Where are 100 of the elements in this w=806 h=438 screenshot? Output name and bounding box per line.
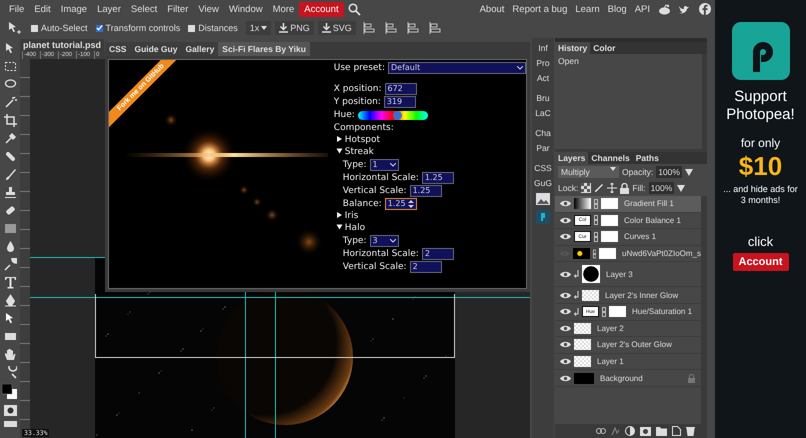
folder-icon[interactable] — [656, 426, 667, 436]
history-item[interactable]: Open — [558, 56, 699, 66]
checkbox-box[interactable] — [96, 24, 103, 32]
x-input[interactable]: 672 — [384, 83, 416, 95]
layer-row[interactable]: Gradient Fill 1 — [555, 196, 701, 213]
lock-icon[interactable] — [620, 182, 630, 194]
hue-slider[interactable] — [358, 110, 428, 120]
layer-row[interactable]: Layer 2's Outer Glow — [555, 337, 701, 354]
reddit-icon[interactable] — [658, 4, 671, 14]
tree-item[interactable]: Halo — [334, 223, 526, 234]
chain-icon[interactable] — [594, 232, 598, 242]
chain-icon[interactable] — [594, 198, 598, 209]
panel-tab[interactable]: Layers — [555, 152, 588, 164]
pen-tool-icon[interactable] — [4, 294, 16, 307]
eyedropper-icon[interactable] — [4, 132, 16, 145]
chain-icon[interactable] — [602, 306, 606, 317]
eye-icon[interactable] — [560, 216, 571, 224]
menu-item[interactable]: Layer — [92, 2, 126, 16]
dropdown-icon[interactable] — [677, 184, 686, 192]
type-select[interactable]: 1 — [370, 159, 398, 171]
number-input[interactable]: 2 — [410, 261, 442, 273]
bird-icon[interactable] — [679, 4, 691, 14]
panel-tab[interactable]: Channels — [588, 152, 633, 164]
brush-icon[interactable] — [4, 168, 16, 181]
top-link[interactable]: API — [630, 4, 654, 14]
menu-item[interactable]: Edit — [29, 2, 56, 16]
side-tab[interactable]: Pro — [536, 58, 550, 68]
rectangle-tool-icon[interactable] — [4, 330, 16, 343]
layer-row[interactable]: uNwd6VaPt0ZIoOm_s — [555, 246, 701, 262]
checkbox-box[interactable] — [188, 24, 196, 32]
fill-field[interactable]: 100% — [648, 182, 674, 194]
opacity-field[interactable]: 100% — [656, 166, 682, 178]
plugin-tab[interactable]: Gallery — [181, 42, 218, 56]
side-tab[interactable]: CSS — [534, 163, 552, 173]
plugin-tab[interactable]: Guide Guy — [130, 42, 182, 56]
quick-mask-icon[interactable] — [4, 405, 16, 416]
checkbox[interactable]: Distances — [188, 23, 238, 33]
zoom-select[interactable]: 1x — [246, 21, 272, 35]
eye-icon[interactable] — [560, 341, 571, 348]
panel-tab[interactable]: Color — [590, 42, 618, 54]
preset-select[interactable]: Default — [388, 62, 526, 74]
checkbox-box[interactable] — [31, 24, 38, 32]
align-icon[interactable] — [406, 22, 419, 34]
search-icon[interactable] — [348, 2, 361, 16]
number-input[interactable]: 2 — [422, 248, 454, 260]
eye-icon[interactable] — [560, 308, 571, 316]
side-tab[interactable]: Act — [536, 73, 550, 83]
menu-item[interactable]: Image — [56, 2, 92, 16]
layer-row[interactable]: Layer 3 — [555, 262, 701, 288]
top-link[interactable]: Blog — [604, 4, 631, 14]
image-icon[interactable] — [536, 193, 550, 205]
menu-item[interactable]: File — [4, 2, 30, 16]
side-tab[interactable]: Par — [536, 143, 550, 153]
plugin-tab[interactable]: Sci-Fi Flares By Yiku — [218, 42, 310, 56]
document-tab[interactable]: planet tutorial.psd — [20, 38, 104, 50]
checkerboard-icon[interactable] — [581, 183, 592, 193]
number-input[interactable]: 1.25 — [422, 172, 454, 184]
side-tab[interactable]: GuG — [534, 178, 552, 188]
top-link[interactable]: Learn — [571, 4, 604, 14]
slider-thumb[interactable] — [393, 110, 402, 120]
panel-tab[interactable]: Paths — [632, 152, 662, 164]
chain-icon[interactable] — [594, 215, 598, 226]
blend-mode-select[interactable]: Multiply — [558, 166, 619, 178]
chain-icon[interactable] — [592, 248, 596, 259]
link-icon[interactable] — [596, 428, 606, 434]
tree-item[interactable]: Hotspot — [334, 135, 526, 146]
eye-icon[interactable] — [560, 233, 571, 240]
color-swatches-icon[interactable] — [2, 384, 18, 400]
layer-row[interactable]: Background — [555, 370, 701, 387]
eye-icon[interactable] — [560, 324, 571, 332]
hand-icon[interactable] — [4, 348, 16, 361]
trash-icon[interactable] — [686, 426, 695, 436]
marquee-tool-icon[interactable] — [4, 60, 16, 73]
side-tab[interactable]: LaC — [535, 108, 551, 118]
side-tab[interactable]: Cha — [535, 128, 551, 138]
effects-icon[interactable] — [611, 426, 620, 436]
transform-box[interactable] — [95, 294, 455, 358]
menu-item[interactable]: More — [268, 2, 300, 16]
layer-row[interactable]: Layer 1 — [555, 354, 701, 370]
menu-item[interactable]: View — [193, 2, 224, 16]
adjustment-icon[interactable] — [625, 426, 635, 436]
align-icon[interactable] — [362, 22, 375, 34]
menu-item[interactable]: Filter — [162, 2, 194, 16]
dropdown-icon[interactable] — [684, 168, 693, 176]
panel-tab[interactable]: History — [555, 42, 590, 54]
tree-item[interactable]: Streak — [334, 147, 526, 158]
brush-icon[interactable] — [594, 183, 604, 193]
eye-icon[interactable] — [560, 292, 571, 299]
new-layer-icon[interactable] — [672, 426, 681, 436]
layer-row[interactable]: Layer 2 — [555, 320, 701, 338]
type-select[interactable]: 3 — [370, 235, 398, 247]
facebook-icon[interactable] — [699, 3, 711, 15]
plugin-tab[interactable]: CSS — [105, 42, 130, 56]
align-icon[interactable] — [428, 22, 441, 34]
checkbox[interactable]: Auto-Select — [31, 23, 88, 33]
magic-wand-icon[interactable] — [4, 96, 16, 109]
number-input[interactable]: 1.25 — [410, 185, 442, 197]
account-button[interactable]: Account — [732, 253, 788, 271]
top-link[interactable]: Report a bug — [508, 4, 572, 14]
export-button[interactable]: SVG — [318, 21, 356, 35]
